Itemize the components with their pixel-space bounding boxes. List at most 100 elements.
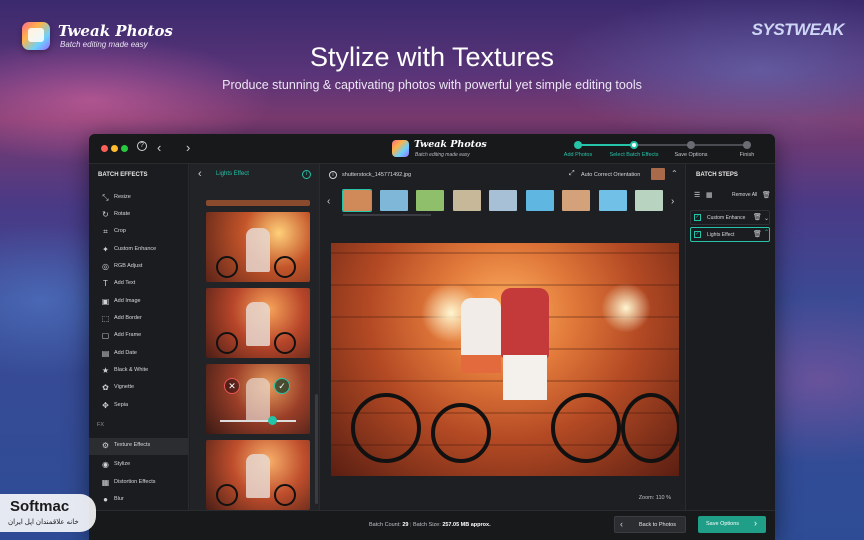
slider-handle[interactable] — [268, 416, 277, 425]
effect-thumbnail[interactable] — [206, 212, 310, 282]
reject-icon[interactable]: ✕ — [224, 378, 240, 394]
auto-orientation-toggle[interactable]: Auto Correct Orientation — [581, 172, 640, 178]
tool-label: Distortion Effects — [114, 479, 156, 485]
tool-label: Sepia — [114, 402, 129, 408]
watermark-subtitle: خانه علاقمندان اپل ایران — [8, 519, 79, 526]
softmac-watermark: Softmac خانه علاقمندان اپل ایران — [0, 494, 96, 532]
file-name: shutterstock_145771492.jpg — [342, 172, 412, 178]
tool-add-frame[interactable]: ▢ Add Frame — [89, 328, 189, 345]
orientation-icon: ⤢ — [569, 170, 575, 177]
step-label: Select Batch Effects — [609, 152, 659, 158]
batch-steps-title: BATCH STEPS — [696, 172, 738, 178]
back-nav-icon[interactable]: ‹ — [157, 140, 161, 155]
hero-subtitle: Produce stunning & captivating photos wi… — [222, 78, 642, 92]
tool-custom-enhance[interactable]: ✦ Custom Enhance — [89, 242, 189, 259]
tool-add-image[interactable]: ▣ Add Image — [89, 294, 189, 311]
photo-strip-thumbnail[interactable] — [379, 190, 408, 211]
step-dot-finish[interactable] — [743, 141, 751, 149]
tool-sepia[interactable]: ✥ Sepia — [89, 398, 189, 415]
delete-step-icon[interactable]: 🗑 — [753, 230, 762, 238]
tool-add-border[interactable]: ⬚ Add Border — [89, 311, 189, 328]
collapse-chevron-icon[interactable]: ⌃ — [671, 169, 678, 178]
frame-icon: ▢ — [101, 331, 110, 340]
tool-crop[interactable]: ⌗ Crop — [89, 224, 189, 241]
tool-rgb-adjust[interactable]: ◎ RGB Adjust — [89, 259, 189, 276]
batch-size-label: Batch Size: — [412, 522, 441, 528]
step-label: Save Options — [674, 152, 708, 158]
tool-label: Add Image — [114, 298, 141, 304]
photo-strip-thumbnail[interactable] — [598, 190, 627, 211]
move-up-icon[interactable]: ⌃ — [764, 229, 769, 236]
minimize-window-button[interactable] — [111, 145, 118, 152]
batch-step-item[interactable]: ✓ Custom Enhance 🗑 ⌄ — [690, 210, 770, 225]
tool-black-white[interactable]: ★ Black & White — [89, 363, 189, 380]
photo-strip-thumbnail[interactable] — [489, 190, 517, 211]
help-icon[interactable]: ? — [137, 141, 147, 151]
vendor-logo: SYSTWEAK — [751, 20, 845, 39]
step-dot-save-options[interactable] — [687, 141, 695, 149]
current-photo-thumbnail — [651, 168, 665, 180]
batch-info: Batch Count: 29 | Batch Size: 257.05 MB … — [369, 522, 491, 528]
back-chevron-icon[interactable]: ‹ — [198, 168, 202, 180]
move-down-icon[interactable]: ⌄ — [764, 215, 769, 222]
effect-thumbnail[interactable] — [206, 288, 310, 358]
tool-rotate[interactable]: ↻ Rotate — [89, 207, 189, 224]
window-app-logo — [392, 140, 409, 157]
photo-strip-thumbnail[interactable] — [525, 190, 554, 211]
tool-label: Add Text — [114, 280, 136, 286]
maximize-window-button[interactable] — [121, 145, 128, 152]
trash-icon[interactable]: 🗑 — [762, 191, 771, 199]
tool-label: Crop — [114, 228, 126, 234]
list-view-icon[interactable]: ☰ — [694, 191, 700, 199]
main-photo-preview[interactable] — [331, 243, 679, 476]
forward-nav-icon[interactable]: › — [186, 140, 190, 155]
image-icon: ▣ — [101, 297, 110, 306]
batch-step-item[interactable]: ✓ Lights Effect 🗑 ⌃ — [690, 227, 770, 242]
tool-resize[interactable]: ⤡ Resize — [89, 190, 189, 207]
zoom-level: Zoom: 110 % — [638, 495, 671, 501]
photo-strip-thumbnail[interactable] — [635, 190, 663, 211]
step-dot-batch-effects[interactable] — [630, 141, 638, 149]
save-options-button[interactable]: Save Options › — [698, 516, 766, 533]
info-icon[interactable]: i — [302, 170, 311, 179]
tool-blur[interactable]: ● Blur — [89, 492, 189, 509]
delete-step-icon[interactable]: 🗑 — [753, 213, 762, 221]
grid-view-icon[interactable]: ▦ — [706, 191, 713, 199]
step-checkbox[interactable]: ✓ — [694, 214, 701, 221]
tool-add-date[interactable]: ▤ Add Date — [89, 346, 189, 363]
close-window-button[interactable] — [101, 145, 108, 152]
photo-strip-thumbnail[interactable] — [452, 190, 481, 211]
photo-strip-thumbnail[interactable] — [562, 190, 590, 211]
photo-strip-thumbnail[interactable] — [416, 190, 444, 211]
strip-scrollbar[interactable] — [343, 214, 431, 216]
effect-thumbnail[interactable] — [206, 440, 310, 510]
remove-all-button[interactable]: Remove All — [732, 192, 757, 198]
scrollbar[interactable] — [315, 394, 318, 504]
effect-thumbnail-selected[interactable]: ✕ ✓ — [206, 364, 310, 434]
save-button-label: Save Options — [706, 521, 740, 527]
title-bar: ? ‹ › Tweak Photos Batch editing made ea… — [89, 134, 775, 164]
photo-strip-thumbnail[interactable] — [342, 189, 372, 212]
file-info-icon[interactable]: i — [329, 171, 337, 179]
contrast-icon: ★ — [101, 366, 110, 375]
tool-stylize[interactable]: ◉ Stylize — [89, 457, 189, 474]
tool-add-text[interactable]: T Add Text — [89, 276, 189, 293]
back-to-photos-button[interactable]: ‹ Back to Photos — [614, 516, 686, 533]
tool-vignette[interactable]: ✿ Vignette — [89, 380, 189, 397]
rgb-icon: ◎ — [102, 262, 109, 271]
tool-label: Resize — [114, 194, 131, 200]
effect-thumbnail[interactable] — [206, 200, 310, 206]
effect-preview-panel: ‹ Lights Effect i ✕ ✓ — [190, 164, 320, 540]
strip-next-icon[interactable]: › — [671, 196, 674, 207]
text-icon: T — [103, 279, 108, 288]
step-dot-add-photos[interactable] — [574, 141, 582, 149]
batch-count-label: Batch Count: — [369, 522, 401, 528]
step-label: Add Photos — [563, 152, 593, 158]
hero-title: Stylize with Textures — [309, 42, 555, 72]
accept-icon[interactable]: ✓ — [274, 378, 290, 394]
strip-prev-icon[interactable]: ‹ — [327, 196, 330, 207]
step-checkbox[interactable]: ✓ — [694, 231, 701, 238]
intensity-slider[interactable] — [220, 420, 296, 422]
tool-texture-effects[interactable]: ⚙ Texture Effects — [89, 438, 188, 455]
tool-distortion-effects[interactable]: ▦ Distortion Effects — [89, 475, 189, 492]
